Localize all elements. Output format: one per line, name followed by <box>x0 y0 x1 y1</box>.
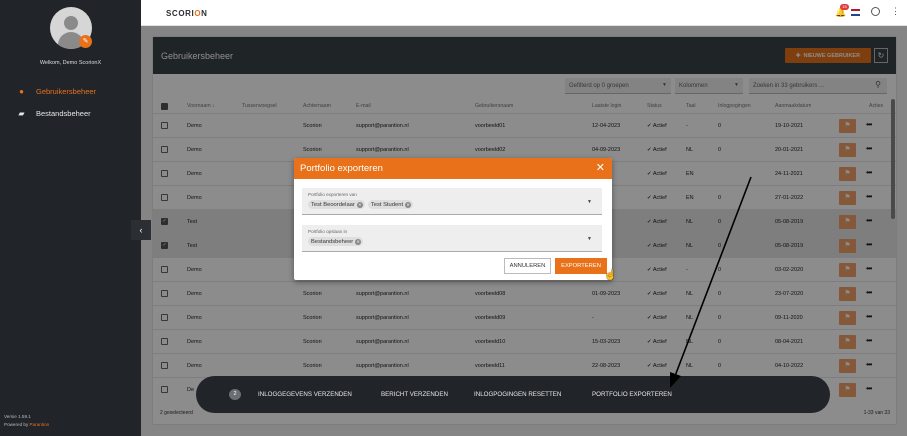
caret-down-icon[interactable]: ▼ <box>587 199 592 205</box>
sidebar-item-label: Gebruikersbeheer <box>36 86 97 96</box>
close-icon[interactable]: ✕ <box>596 161 605 174</box>
language-flag-icon[interactable] <box>851 9 860 16</box>
remove-chip-icon[interactable]: ✕ <box>405 201 412 208</box>
dialog-title: Portfolio exporteren <box>300 163 383 174</box>
send-login-details-button[interactable]: INLOGGEGEVENS VERZENDEN <box>258 391 352 398</box>
export-portfolio-button[interactable]: PORTFOLIO EXPORTEREN <box>592 391 672 398</box>
account-icon[interactable] <box>871 7 880 16</box>
version-label: Versie <box>4 414 17 419</box>
chip-test-beoordelaar[interactable]: Test Beoordelaar ✕ <box>308 200 365 209</box>
selected-count-badge: 2 <box>229 389 241 400</box>
remove-chip-icon[interactable]: ✕ <box>356 201 363 208</box>
logo: SCORION <box>166 9 208 18</box>
notification-badge: 15 <box>840 4 849 10</box>
mouse-cursor-icon: ☝ <box>604 270 617 281</box>
user-icon: ● <box>19 86 24 96</box>
export-button[interactable]: EXPORTEREN <box>555 258 607 274</box>
version-info: Versie 1.59.1 Powered by Parantion <box>4 413 49 429</box>
export-portfolio-dialog: Portfolio exporteren ✕ Portfolio exporte… <box>294 158 612 280</box>
sidebar-item-bestandsbeheer[interactable]: ▰ Bestandsbeheer <box>16 107 91 119</box>
sidebar-item-gebruikersbeheer[interactable]: ● Gebruikersbeheer <box>16 85 96 97</box>
save-in-field[interactable]: Portfolio opslaan in Bestandsbeheer ✕ ▼ <box>302 225 602 252</box>
export-from-field[interactable]: Portfolio exporteren van Test Beoordelaa… <box>302 188 602 215</box>
version-number: 1.59.1 <box>18 414 31 419</box>
folder-icon: ▰ <box>18 108 25 118</box>
save-in-label: Portfolio opslaan in <box>308 229 348 234</box>
caret-down-icon[interactable]: ▼ <box>587 236 592 242</box>
reset-login-attempts-button[interactable]: INLOGPOGINGEN RESETTEN <box>474 391 561 398</box>
chip-bestandsbeheer[interactable]: Bestandsbeheer ✕ <box>308 237 364 246</box>
welcome-text: Welkom, Demo ScorionX <box>39 60 102 66</box>
topbar: SCORION 🔔 15 ⋮ <box>141 0 907 26</box>
more-vertical-icon[interactable]: ⋮ <box>891 6 900 17</box>
send-message-button[interactable]: BERICHT VERZENDEN <box>381 391 448 398</box>
edit-avatar-icon[interactable]: ✎ <box>79 35 92 48</box>
sidebar: ✎ Welkom, Demo ScorionX ● Gebruikersbehe… <box>0 0 141 436</box>
sidebar-item-label: Bestandsbeheer <box>36 108 91 118</box>
remove-chip-icon[interactable]: ✕ <box>355 238 362 245</box>
chip-test-student[interactable]: Test Student ✕ <box>367 200 414 209</box>
powered-by-label: Powered by <box>4 422 29 427</box>
cancel-button[interactable]: ANNULEREN <box>504 258 551 274</box>
bulk-action-bar: 2 INLOGGEGEVENS VERZENDEN BERICHT VERZEN… <box>196 376 830 413</box>
export-from-label: Portfolio exporteren van <box>308 192 357 197</box>
dialog-header: Portfolio exporteren ✕ <box>294 158 612 179</box>
powered-by-brand[interactable]: Parantion <box>30 422 50 427</box>
collapse-sidebar-button[interactable]: ‹ <box>131 220 151 240</box>
